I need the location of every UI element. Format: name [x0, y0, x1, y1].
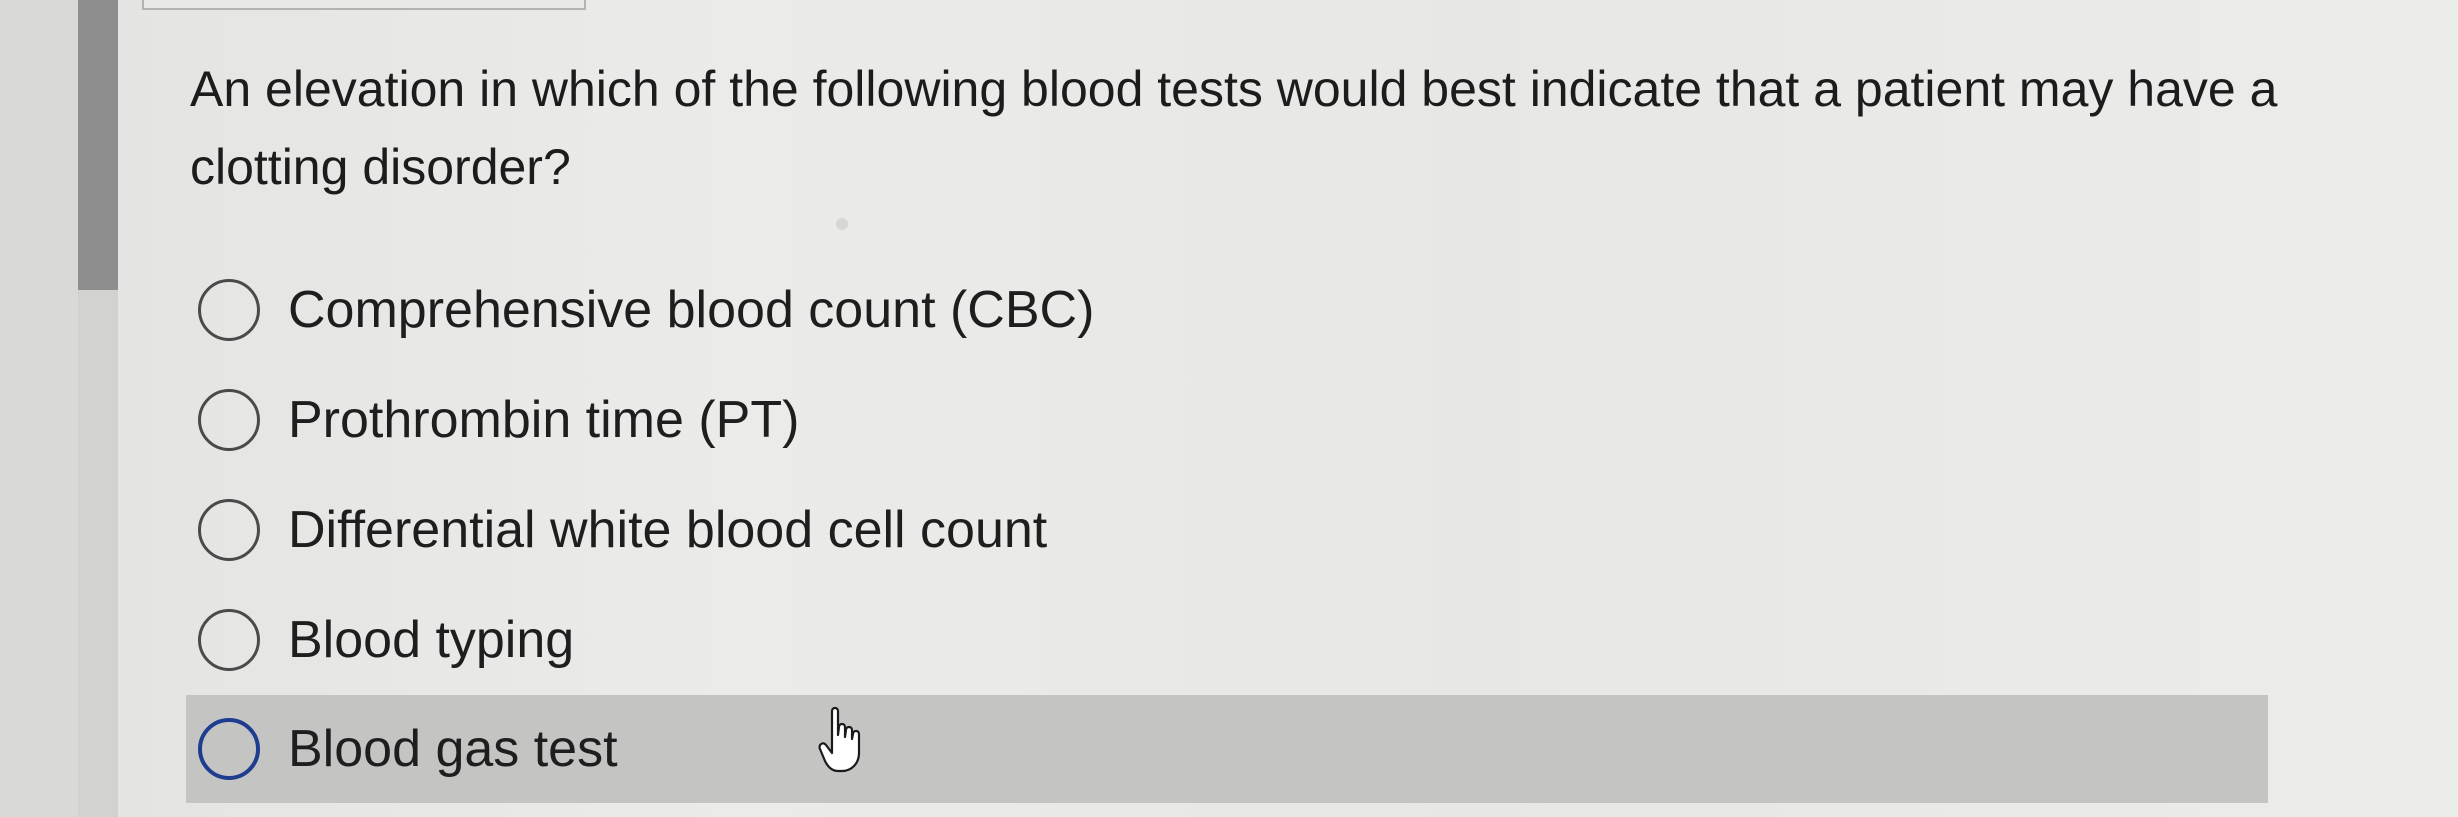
- answer-option-differential[interactable]: Differential white blood cell count: [186, 475, 2268, 585]
- question-text: An elevation in which of the following b…: [190, 61, 2278, 195]
- scrollbar-thumb[interactable]: [78, 0, 118, 290]
- screen-speck: [836, 218, 848, 230]
- answer-option-cbc[interactable]: Comprehensive blood count (CBC): [186, 255, 2268, 365]
- hand-pointer-icon: [818, 706, 861, 773]
- radio-button[interactable]: [198, 718, 260, 780]
- answer-label: Blood gas test: [288, 720, 618, 778]
- radio-button[interactable]: [198, 609, 260, 671]
- answer-label: Blood typing: [288, 611, 575, 669]
- answer-label: Differential white blood cell count: [288, 501, 1048, 559]
- answer-option-blood-typing[interactable]: Blood typing: [186, 585, 2268, 695]
- radio-button[interactable]: [198, 279, 260, 341]
- radio-button[interactable]: [198, 389, 260, 451]
- answer-option-blood-gas[interactable]: Blood gas test: [186, 695, 2268, 803]
- answer-label: Prothrombin time (PT): [288, 391, 800, 449]
- answer-label: Comprehensive blood count (CBC): [288, 281, 1095, 339]
- top-panel-edge: [142, 0, 586, 10]
- answer-options: Comprehensive blood count (CBC) Prothrom…: [186, 255, 2268, 803]
- radio-button[interactable]: [198, 499, 260, 561]
- left-margin: [0, 0, 78, 817]
- answer-option-pt[interactable]: Prothrombin time (PT): [186, 365, 2268, 475]
